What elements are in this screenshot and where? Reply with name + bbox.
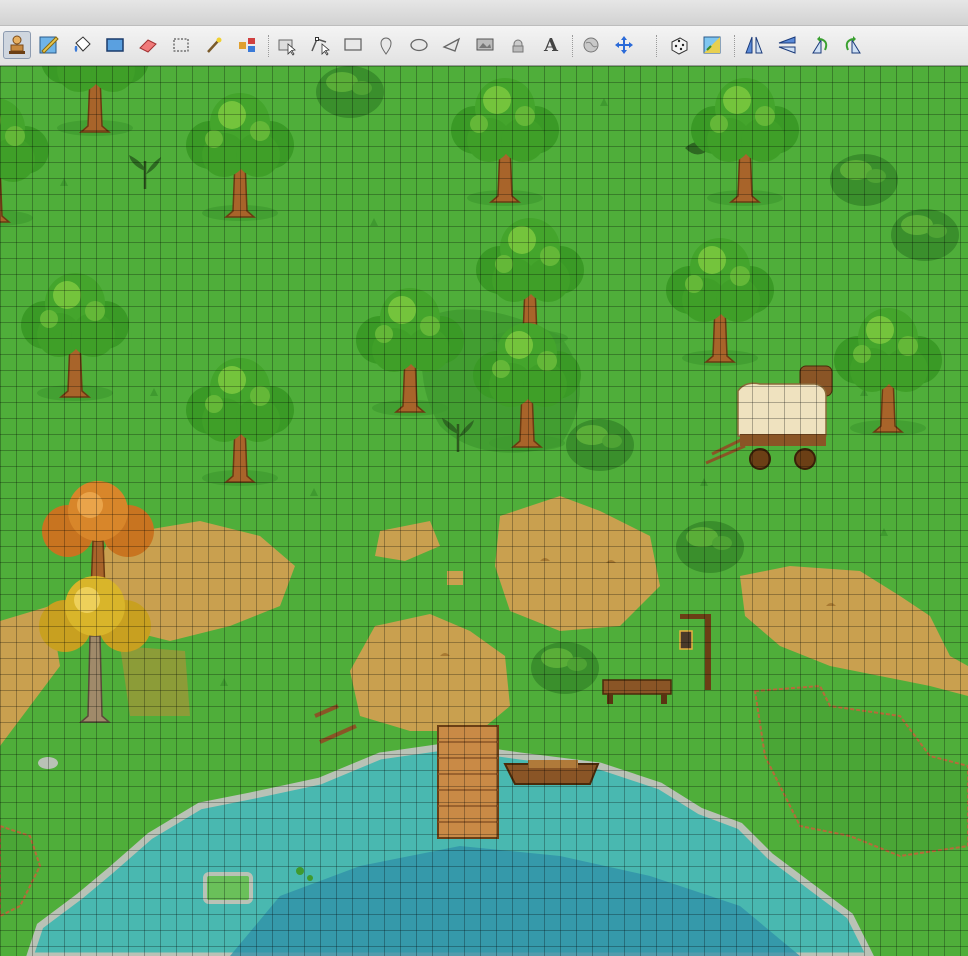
- map-canvas[interactable]: [0, 66, 968, 956]
- insert-tile-button[interactable]: [471, 31, 499, 59]
- rotate-left-button[interactable]: [806, 31, 834, 59]
- eraser-icon: [139, 39, 157, 53]
- insert-template-icon: [512, 39, 524, 53]
- select-objects-button[interactable]: [273, 31, 301, 59]
- stamp-brush-icon: [9, 35, 25, 54]
- terrain-brush-button[interactable]: [35, 31, 63, 59]
- wang-fill-icon: [703, 36, 721, 54]
- wooden-dock: [437, 725, 499, 839]
- flip-horizontal-button[interactable]: [740, 31, 768, 59]
- dice-icon: [671, 37, 688, 55]
- insert-ellipse-button[interactable]: [405, 31, 433, 59]
- bucket-fill-button[interactable]: [68, 31, 96, 59]
- insert-text-icon: A: [544, 34, 558, 56]
- wang-fill-mode-button[interactable]: [698, 31, 726, 59]
- insert-rectangle-icon: [344, 38, 362, 51]
- layer-offset-icon: [615, 36, 633, 54]
- toolbar-separator: [572, 35, 573, 57]
- flip-vertical-icon: [778, 36, 796, 54]
- world-tool-icon: [583, 37, 599, 53]
- flip-horizontal-icon: [745, 36, 763, 54]
- toolbar-separator: [656, 35, 657, 57]
- select-objects-icon: [278, 39, 296, 56]
- insert-rectangle-button[interactable]: [339, 31, 367, 59]
- insert-text-button[interactable]: A: [537, 31, 565, 59]
- rotate-right-icon: [845, 36, 861, 54]
- flip-vertical-button[interactable]: [773, 31, 801, 59]
- terrain-brush-icon: [39, 36, 59, 54]
- edit-polygons-button[interactable]: [306, 31, 334, 59]
- magic-wand-button[interactable]: [200, 31, 228, 59]
- magic-wand-icon: [207, 37, 222, 53]
- select-same-tile-button[interactable]: [233, 31, 261, 59]
- insert-polygon-icon: [442, 37, 461, 52]
- rotate-left-icon: [812, 36, 828, 54]
- random-mode-button[interactable]: [665, 31, 693, 59]
- insert-point-icon: [380, 37, 392, 55]
- bucket-fill-icon: [74, 36, 91, 52]
- insert-template-button[interactable]: [504, 31, 532, 59]
- edit-polygons-icon: [311, 37, 330, 56]
- world-tool-button[interactable]: [577, 31, 605, 59]
- insert-ellipse-icon: [410, 38, 428, 52]
- insert-polygon-button[interactable]: [438, 31, 466, 59]
- rectangular-select-button[interactable]: [167, 31, 195, 59]
- rotate-right-button[interactable]: [839, 31, 867, 59]
- eraser-button[interactable]: [134, 31, 162, 59]
- insert-point-button[interactable]: [372, 31, 400, 59]
- insert-tile-icon: [476, 38, 494, 51]
- map-scene: [0, 66, 968, 956]
- shape-fill-button[interactable]: [101, 31, 129, 59]
- rectangle-select-icon: [173, 38, 189, 52]
- layer-offset-button[interactable]: [610, 31, 638, 59]
- shape-fill-icon: [106, 38, 124, 52]
- select-same-tile-icon: [239, 38, 255, 52]
- tool-toolbar: A: [0, 26, 968, 66]
- stamp-brush-button[interactable]: [3, 31, 31, 59]
- toolbar-separator: [734, 35, 735, 57]
- window-titlebar: [0, 0, 968, 26]
- toolbar-separator: [268, 35, 269, 57]
